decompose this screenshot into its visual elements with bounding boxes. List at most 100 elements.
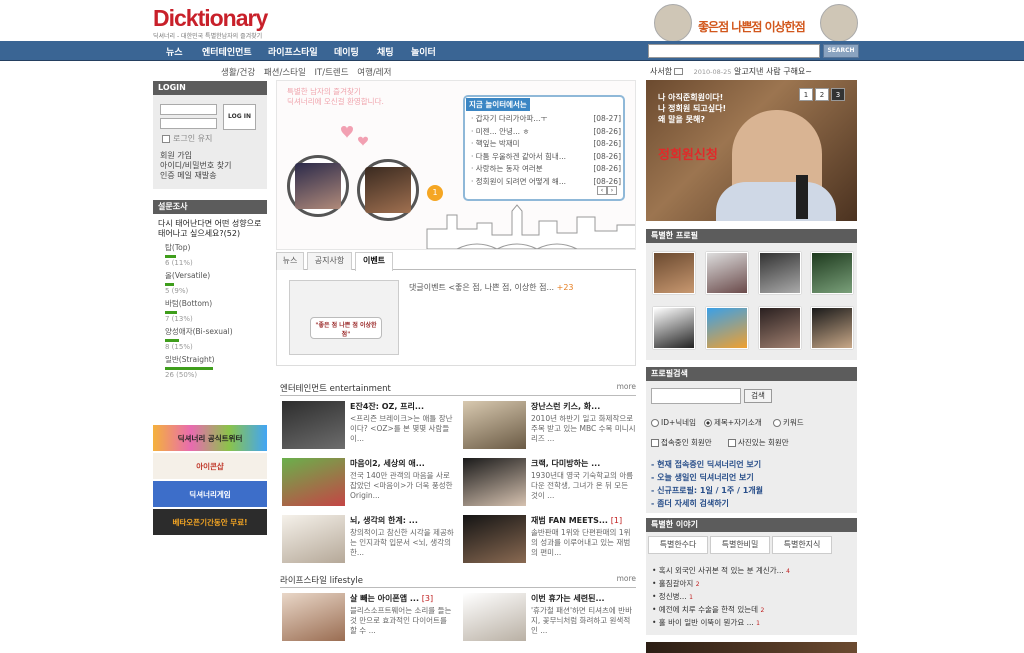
article-thumbnail bbox=[282, 401, 345, 449]
profile-search-button[interactable]: 검색 bbox=[744, 389, 772, 403]
story-item[interactable]: • 혹시 외국인 사귀본 적 있는 분 계신가... 4 bbox=[652, 565, 790, 576]
nav-playground[interactable]: 놀이터 bbox=[411, 45, 436, 58]
tab-notice[interactable]: 공지사항 bbox=[307, 252, 352, 270]
game-banner[interactable]: 딕셔너리게임 bbox=[153, 481, 267, 507]
profile-thumbnail[interactable] bbox=[706, 307, 748, 349]
poll-option-label: 일반(Straight) bbox=[165, 355, 215, 364]
header-promo-banner[interactable]: 좋은점 나쁜점 이상한점 bbox=[654, 4, 860, 42]
signup-link[interactable]: 회원 가입 bbox=[160, 151, 231, 161]
membership-banner[interactable]: 나 아직준회원이다! 나 정회원 되고싶다! 왜 말을 못해? 정회원신청 12… bbox=[646, 80, 857, 221]
more-link[interactable]: more bbox=[617, 574, 636, 583]
popup-item[interactable]: · 갑자기 다리가아파...ㅜ [08-27] bbox=[471, 113, 621, 126]
find-account-link[interactable]: 아이디/비밀번호 찾기 bbox=[160, 161, 231, 171]
story-item[interactable]: • 홀짐갈아지 2 bbox=[652, 578, 700, 589]
article-title: 재범 FAN MEETS... [1] bbox=[531, 515, 641, 526]
profile-thumbnail[interactable] bbox=[706, 252, 748, 294]
search-input[interactable] bbox=[648, 44, 820, 58]
tab-secret-stories[interactable]: 특별한비밀 bbox=[710, 536, 770, 554]
keep-login-checkbox[interactable]: 로그인 유지 bbox=[162, 133, 212, 144]
nav-lifestyle[interactable]: 라이프스타일 bbox=[268, 45, 318, 58]
nav-dating[interactable]: 데이팅 bbox=[334, 45, 359, 58]
story-item[interactable]: • 정신병... 1 bbox=[652, 591, 693, 602]
ad-banner[interactable]: 베타오픈기간동안 무료! bbox=[153, 509, 267, 535]
profile-thumbnail[interactable] bbox=[811, 307, 853, 349]
article-item[interactable]: 살 빼는 아이폰앱 ... [3] 블리스소프트웨어는 소리를 들는것 만으로 … bbox=[282, 593, 458, 645]
more-link[interactable]: more bbox=[617, 382, 636, 391]
banner-page-2[interactable]: 2 bbox=[815, 88, 829, 101]
radio-id-nickname[interactable]: ID+닉네임 bbox=[651, 417, 696, 428]
chevron-left-icon[interactable]: ‹ bbox=[597, 186, 607, 195]
nav-news[interactable]: 뉴스 bbox=[166, 45, 183, 58]
radio-keyword[interactable]: 키워드 bbox=[773, 417, 804, 428]
profile-thumbnail[interactable] bbox=[759, 307, 801, 349]
banner-page-1[interactable]: 1 bbox=[799, 88, 813, 101]
iconshop-banner[interactable]: 아이콘샵 bbox=[153, 453, 267, 479]
section-title: 엔터테인먼트 entertainment bbox=[280, 384, 391, 394]
subnav-it[interactable]: IT/트렌드 bbox=[315, 68, 349, 78]
profile-search-input[interactable] bbox=[651, 388, 741, 404]
article-item[interactable]: 뇌, 생각의 한계: ... 창의적이고 참신한 시각을 제공하는 인지과학 입… bbox=[282, 515, 458, 567]
profile-thumbnail[interactable] bbox=[653, 252, 695, 294]
hearts-icon bbox=[341, 126, 368, 146]
article-item[interactable]: 마음이2, 세상의 애... 전국 140만 관객의 마음을 사로잡았던 <마음… bbox=[282, 458, 458, 510]
tab-chat-stories[interactable]: 특별한수다 bbox=[648, 536, 708, 554]
tab-news[interactable]: 뉴스 bbox=[276, 252, 304, 270]
chevron-right-icon[interactable]: › bbox=[607, 186, 617, 195]
article-item[interactable]: 이번 휴가는 세련된... '휴가철 패션'하면 티셔츠에 반바지, 꽃무늬처럼… bbox=[463, 593, 639, 645]
link-birthday-members[interactable]: - 오늘 생일인 딕셔너리언 보기 bbox=[651, 472, 754, 483]
profile-thumbnail[interactable] bbox=[759, 252, 801, 294]
banner-line2: 나 정회원 되고싶다! bbox=[658, 104, 727, 113]
search-button[interactable]: SEARCH bbox=[823, 44, 859, 58]
event-item[interactable]: 댓글이벤트 <좋은 점, 나쁜 점, 이상한 점... +23 bbox=[409, 282, 574, 293]
nav-chat[interactable]: 채팅 bbox=[377, 45, 394, 58]
tab-knowledge-stories[interactable]: 특별한지식 bbox=[772, 536, 832, 554]
event-image[interactable]: "좋은 점 나쁜 점 이상한 점" bbox=[289, 280, 399, 355]
article-title: E잔4잔: OZ, 프리... bbox=[350, 402, 424, 411]
radio-icon bbox=[773, 419, 781, 427]
link-online-members[interactable]: - 현재 접속중인 딕셔너리언 보기 bbox=[651, 459, 761, 470]
popup-item[interactable]: · 사랑하는 동자 여러분 [08-26] bbox=[471, 163, 621, 176]
popup-item[interactable]: · 핵잎는 박재미 [08-26] bbox=[471, 138, 621, 151]
link-advanced-search[interactable]: - 좀더 자세히 검색하기 bbox=[651, 498, 729, 509]
nav-entertainment[interactable]: 엔터테인먼트 bbox=[202, 45, 252, 58]
subnav-travel[interactable]: 여행/레저 bbox=[357, 68, 391, 78]
poll-option[interactable]: 양성애자(Bi-sexual) 8 (15%) bbox=[165, 326, 267, 351]
login-id-field[interactable] bbox=[160, 104, 217, 115]
popup-item[interactable]: · 다툼 우울하겐 같아서 힘내... [08-26] bbox=[471, 151, 621, 164]
popup-item[interactable]: · 미젠... 안녕... ㅎ [08-26] bbox=[471, 126, 621, 139]
story-item[interactable]: • 홀 바이 일반 이뚝이 뭔가요 ... 1 bbox=[652, 617, 760, 628]
article-item[interactable]: 재범 FAN MEETS... [1] 솔반판매 1위와 단편판매의 1위의 성… bbox=[463, 515, 639, 567]
checkbox-online-only[interactable]: 접속중인 회원만 bbox=[651, 437, 712, 448]
profiles-header: 특별한 프로필 bbox=[646, 229, 857, 243]
login-button[interactable]: LOG IN bbox=[223, 104, 256, 130]
resend-mail-link[interactable]: 인증 메일 재발송 bbox=[160, 171, 231, 181]
poll-option-bar bbox=[165, 283, 174, 286]
article-item[interactable]: 크랙, 다미방하는 ... 1930년대 영국 기숙학교의 아름다운 전학생, … bbox=[463, 458, 639, 510]
profile-thumbnail[interactable] bbox=[653, 307, 695, 349]
radio-title-intro[interactable]: 제목+자기소개 bbox=[704, 417, 762, 428]
article-item[interactable]: E잔4잔: OZ, 프리... <프리즌 브레이크>는 애틀 장난이다? <OZ… bbox=[282, 401, 458, 453]
comment-count: [1] bbox=[610, 516, 623, 525]
site-logo[interactable]: Dicktionary 딕셔너리 - 대한민국 특별한남자의 즐겨찾기 bbox=[153, 6, 273, 40]
subnav-health[interactable]: 생활/건강 bbox=[221, 68, 255, 78]
tab-event[interactable]: 이벤트 bbox=[355, 252, 393, 271]
poll-option[interactable]: 일반(Straight) 26 (50%) bbox=[165, 354, 267, 379]
checkbox-photo-only[interactable]: 사진있는 회원만 bbox=[728, 437, 789, 448]
banner-page-3[interactable]: 3 bbox=[831, 88, 845, 101]
profile-thumbnail[interactable] bbox=[811, 252, 853, 294]
popup-item-text: 핵잎는 박재미 bbox=[475, 139, 520, 148]
login-password-field[interactable] bbox=[160, 118, 217, 129]
message-box-bar[interactable]: 사서함 2010-08-25 알고지낸 사람 구해요~ bbox=[650, 66, 860, 78]
article-item[interactable]: 장난스런 키스, 화... 2010년 하반기 일고 화제작으로 주목 받고 있… bbox=[463, 401, 639, 453]
twitter-banner[interactable]: 딕셔너리 공식트위터 bbox=[153, 425, 267, 451]
stories-header: 특별한 이야기 bbox=[646, 518, 857, 532]
radio-label: ID+닉네임 bbox=[661, 418, 696, 427]
subnav-fashion[interactable]: 패션/스타일 bbox=[264, 68, 306, 78]
poll-option[interactable]: 바텀(Bottom) 7 (13%) bbox=[165, 298, 267, 323]
popup-item-text: 사랑하는 동자 여러분 bbox=[475, 164, 543, 173]
story-item[interactable]: • 예전에 치루 수술을 한적 있는데 2 bbox=[652, 604, 764, 615]
poll-option[interactable]: 올(Versatile) 5 (9%) bbox=[165, 270, 267, 295]
poll-option[interactable]: 탑(Top) 6 (11%) bbox=[165, 242, 267, 267]
bottom-banner[interactable] bbox=[646, 642, 857, 653]
link-new-profiles[interactable]: - 신규프로필: 1일 / 1주 / 1개월 bbox=[651, 485, 763, 496]
